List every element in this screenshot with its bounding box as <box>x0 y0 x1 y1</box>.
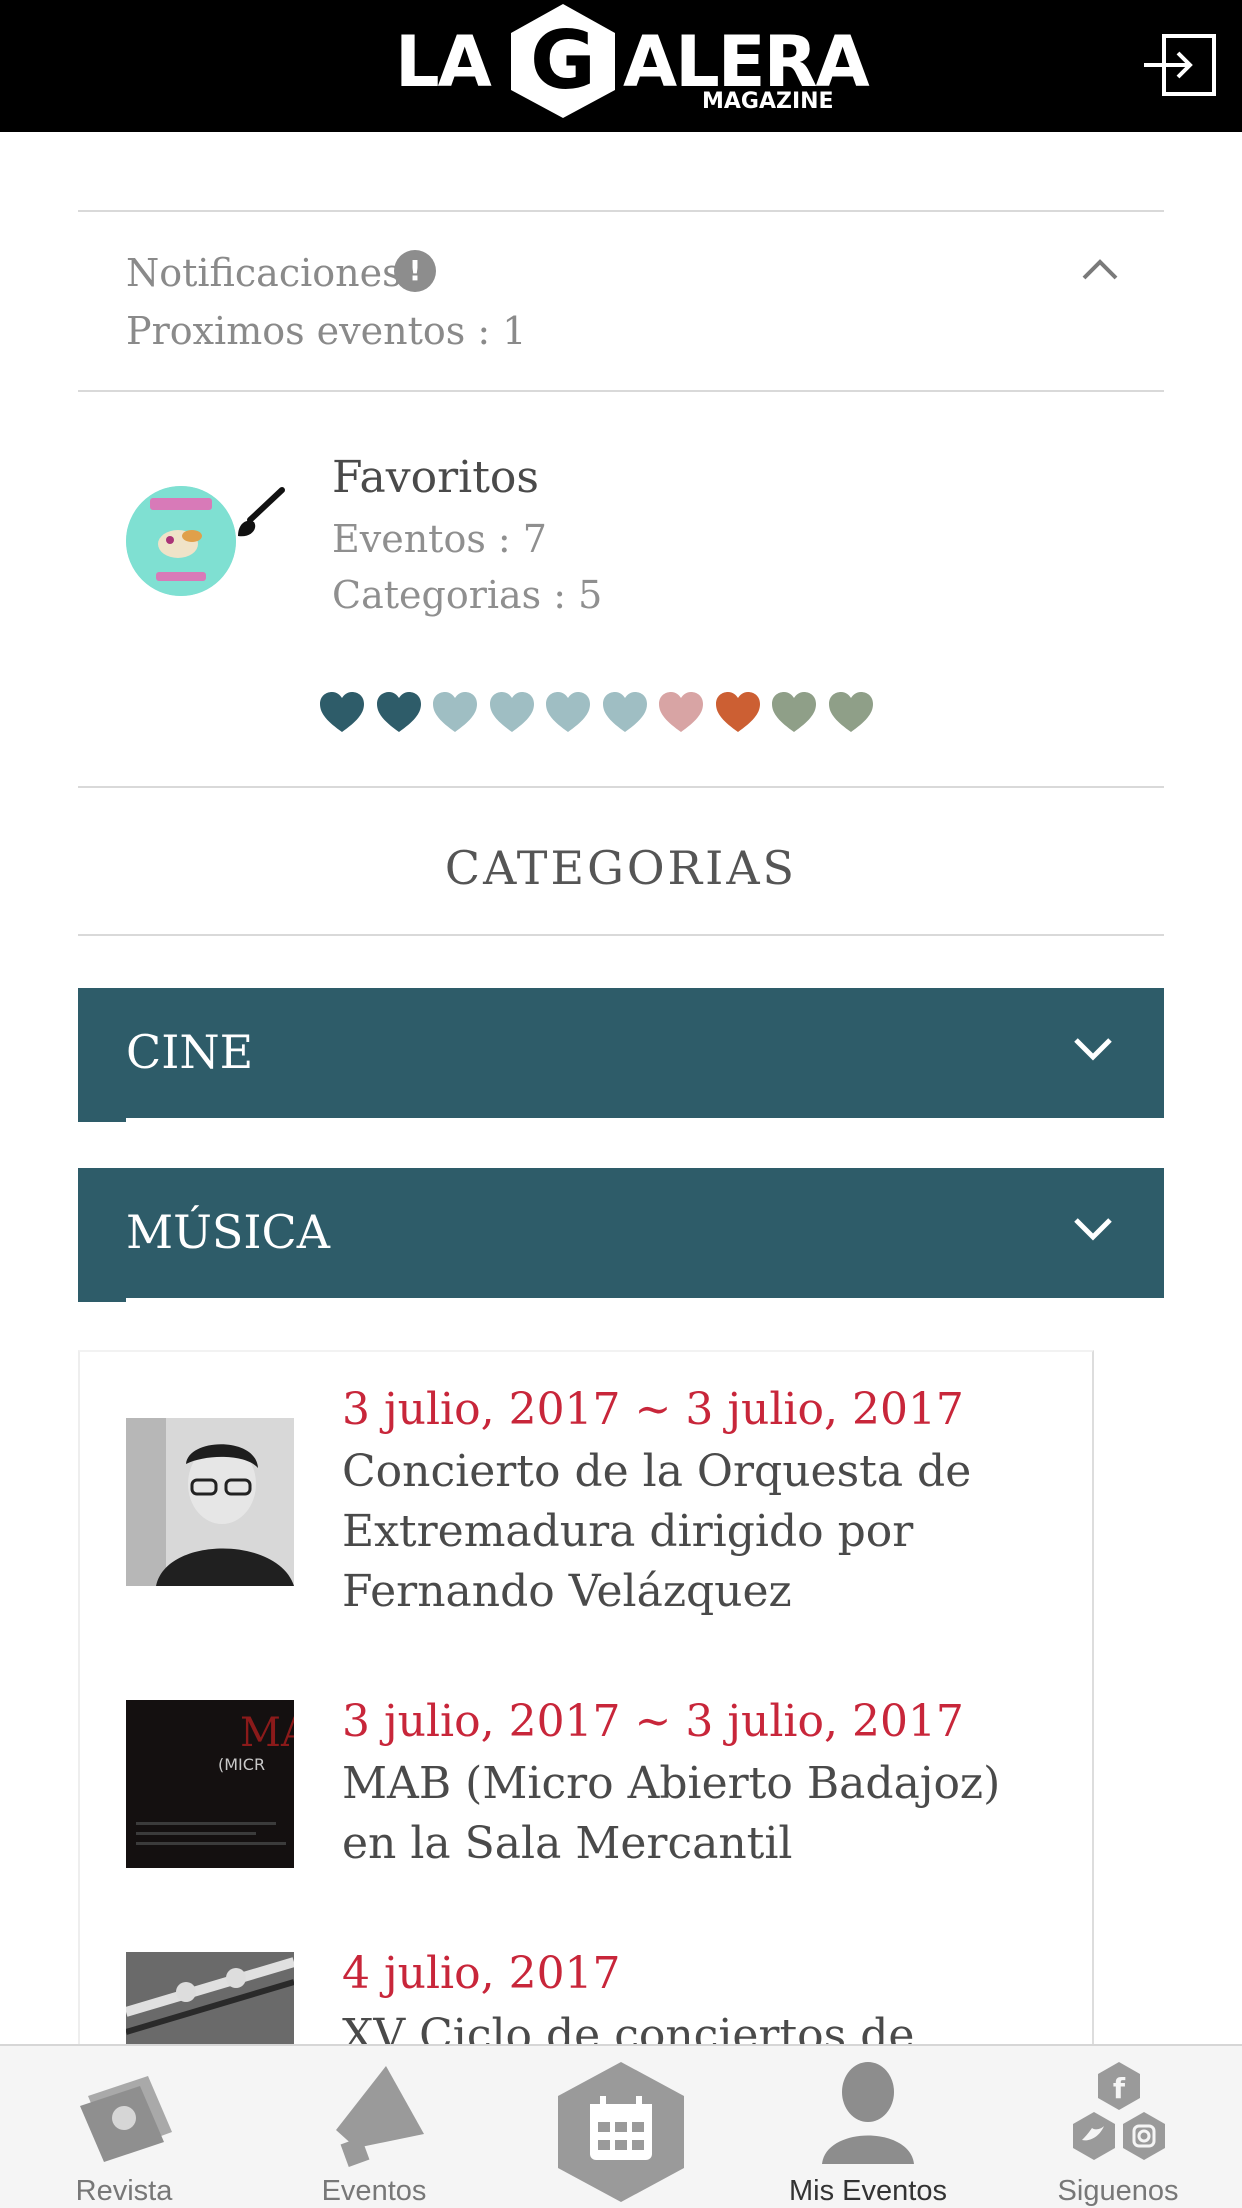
chevron-down-icon[interactable] <box>1070 1214 1116 1244</box>
heart-icon <box>828 692 873 732</box>
user-icon <box>822 2062 914 2164</box>
event-title[interactable]: Concierto de la Orquesta de Extremadura … <box>342 1442 1042 1622</box>
favorite-hearts <box>318 690 898 736</box>
favorites-title: Favoritos <box>332 452 539 503</box>
notifications-title[interactable]: Notificaciones <box>126 250 402 296</box>
top-bar: LA G ALERA MAGAZINE <box>0 0 1242 132</box>
category-label: MÚSICA <box>126 1205 330 1259</box>
heart-icon <box>659 692 703 732</box>
event-title[interactable]: MAB (Micro Abierto Badajoz) en la Sala M… <box>342 1754 1042 1874</box>
category-bar-accent <box>78 1298 126 1302</box>
nav-calendar[interactable] <box>540 2046 702 2208</box>
nav-mis-eventos[interactable]: Mis Eventos <box>780 2046 956 2208</box>
favorites-categories-count: Categorias : 5 <box>332 573 603 617</box>
heart-icon <box>602 692 647 732</box>
favorites-events-count: Eventos : 7 <box>332 517 547 561</box>
event-date: 3 julio, 2017 ~ 3 julio, 2017 <box>342 1384 964 1435</box>
category-bar-cine[interactable]: CINE <box>78 988 1164 1122</box>
bottom-navigation: Revista Eventos Mis Eventos f Siguenos <box>0 2044 1242 2208</box>
event-date: 3 julio, 2017 ~ 3 julio, 2017 <box>342 1696 964 1747</box>
categories-heading: CATEGORIAS <box>444 841 798 895</box>
svg-text:MA: MA <box>240 1710 294 1756</box>
instrument-photo <box>126 1952 294 2044</box>
megaphone-icon <box>336 2066 424 2168</box>
nav-label: Revista <box>75 2175 173 2207</box>
chevron-up-icon[interactable] <box>1078 254 1122 284</box>
person-photo <box>126 1418 294 1586</box>
event-date: 4 julio, 2017 <box>342 1948 621 1999</box>
logout-icon[interactable] <box>1140 30 1220 100</box>
event-thumbnail[interactable] <box>126 1952 294 2044</box>
heart-icon <box>489 692 534 732</box>
magazine-icon <box>80 2076 172 2162</box>
divider <box>78 210 1164 212</box>
calendar-icon <box>558 2062 684 2202</box>
heart-icon <box>376 692 421 732</box>
upcoming-events-count: Proximos eventos : 1 <box>126 309 527 353</box>
divider <box>78 786 1164 788</box>
event-thumbnail[interactable] <box>126 1418 294 1586</box>
avatar[interactable] <box>126 486 236 596</box>
heart-icon <box>546 692 590 732</box>
heart-icon <box>715 692 760 732</box>
category-label: CINE <box>126 1025 254 1079</box>
nav-label: Mis Eventos <box>789 2175 947 2207</box>
nav-eventos[interactable]: Eventos <box>290 2046 458 2208</box>
logo-hexagon-icon: G <box>511 4 615 118</box>
nav-siguenos[interactable]: f Siguenos <box>1040 2046 1196 2208</box>
event-thumbnail[interactable]: MA (MICR <box>126 1700 294 1868</box>
heart-icon <box>320 692 364 732</box>
brush-icon[interactable] <box>232 486 288 542</box>
divider <box>78 390 1164 392</box>
svg-text:(MICR: (MICR <box>218 1755 265 1774</box>
divider <box>78 934 1164 936</box>
chevron-down-icon[interactable] <box>1070 1034 1116 1064</box>
social-icon: f <box>1073 2062 1165 2160</box>
info-icon[interactable]: ! <box>394 250 436 292</box>
nav-label: Eventos <box>321 2175 427 2207</box>
logo-text-left: LA <box>395 21 492 103</box>
logo-subtitle: MAGAZINE <box>702 89 834 114</box>
poster-image: MA (MICR <box>126 1700 294 1868</box>
nav-revista[interactable]: Revista <box>40 2046 208 2208</box>
app-logo[interactable]: LA G ALERA MAGAZINE <box>395 0 870 132</box>
avatar-image <box>126 486 236 596</box>
category-bar-accent <box>78 1118 126 1122</box>
heart-icon <box>772 692 816 732</box>
category-bar-musica[interactable]: MÚSICA <box>78 1168 1164 1302</box>
svg-text:G: G <box>530 14 596 107</box>
heart-icon <box>433 692 477 732</box>
nav-label: Siguenos <box>1057 2175 1179 2207</box>
svg-text:f: f <box>1113 2072 1126 2105</box>
